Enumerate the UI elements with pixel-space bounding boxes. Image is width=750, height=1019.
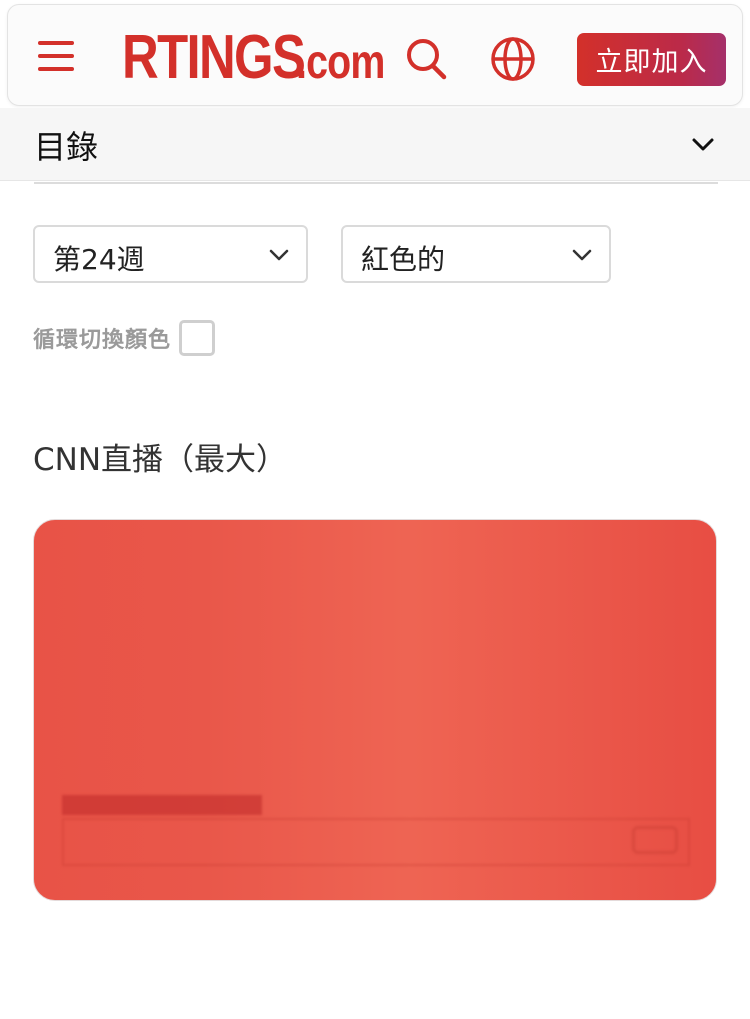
channel-logo-overlay: [632, 826, 678, 854]
ticker-bar-overlay: [62, 818, 690, 866]
chevron-down-icon: [572, 249, 592, 261]
section-title: CNN直播（最大）: [33, 442, 288, 478]
top-navigation-bar: RTINGS .com 立即加入: [7, 4, 743, 106]
language-button[interactable]: [488, 34, 538, 84]
rtings-logo[interactable]: RTINGS .com: [122, 23, 404, 93]
cycle-colors-label: 循環切換顏色: [33, 328, 172, 353]
color-select-value: 紅色的: [361, 243, 446, 276]
globe-icon: [491, 37, 535, 81]
cycle-colors-checkbox[interactable]: [179, 320, 216, 356]
color-preview-panel: [33, 519, 717, 901]
logo-wordmark: RTINGS: [122, 23, 306, 92]
hamburger-menu-button[interactable]: [38, 41, 76, 71]
search-icon: [407, 39, 447, 80]
divider: [34, 182, 718, 184]
search-button[interactable]: [402, 35, 452, 85]
color-select[interactable]: 紅色的: [341, 225, 611, 283]
menu-line: [38, 67, 74, 71]
cycle-colors-row: 循環切換顏色: [33, 318, 216, 358]
page: RTINGS .com 立即加入 目錄 第24週 紅色的 循環切換顏色 CNN直…: [0, 0, 750, 1019]
menu-line: [38, 54, 74, 58]
join-now-button[interactable]: 立即加入: [577, 33, 726, 86]
ticker-tag-overlay: [62, 795, 262, 815]
menu-line: [38, 41, 74, 45]
toc-label: 目錄: [34, 128, 99, 166]
logo-domain-suffix: .com: [296, 36, 385, 89]
table-of-contents-toggle[interactable]: 目錄: [0, 108, 750, 181]
chevron-down-icon: [692, 138, 714, 151]
chevron-down-icon: [269, 249, 289, 261]
week-select[interactable]: 第24週: [33, 225, 308, 283]
week-select-value: 第24週: [53, 243, 145, 276]
